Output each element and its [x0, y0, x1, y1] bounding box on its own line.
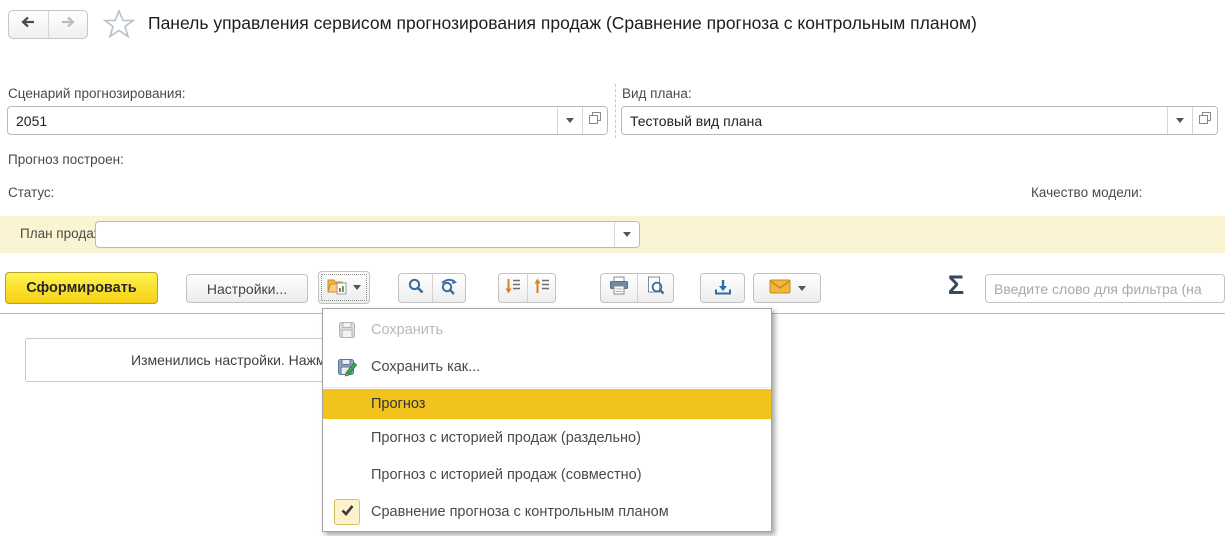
sales-plan-band: План продаж:: [0, 216, 1225, 253]
sales-plan-label: План продаж:: [20, 226, 107, 241]
plan-type-label: Вид плана:: [622, 86, 692, 101]
plan-type-value[interactable]: Тестовый вид плана: [622, 107, 1167, 134]
plan-type-dropdown-button[interactable]: [1167, 107, 1192, 134]
checked-checkbox: [334, 499, 360, 525]
report-variants-button[interactable]: [318, 271, 370, 304]
magnifier-icon: [407, 277, 425, 300]
scenario-open-button[interactable]: [582, 107, 607, 134]
sum-sigma-button[interactable]: Σ: [940, 268, 972, 302]
envelope-icon: [769, 279, 791, 297]
print-preview-button[interactable]: [637, 274, 673, 302]
menu-item-label: Сохранить как...: [371, 359, 480, 375]
arrow-up-list-icon: [533, 277, 551, 300]
printer-icon: [609, 276, 629, 300]
scenario-value[interactable]: 2051: [8, 107, 557, 134]
email-button[interactable]: [753, 273, 821, 303]
nav-history-buttons: [8, 10, 88, 39]
sales-plan-value[interactable]: [96, 222, 614, 247]
sales-plan-combo[interactable]: [95, 221, 640, 248]
filter-input[interactable]: [985, 274, 1225, 303]
menu-item-forecast-history-joint[interactable]: Прогноз с историей продаж (совместно): [323, 456, 771, 493]
overlapping-squares-icon: [1198, 111, 1212, 130]
menu-item-forecast[interactable]: Прогноз: [323, 389, 771, 419]
favorite-star-icon[interactable]: [103, 9, 135, 44]
menu-item-compare-control-plan[interactable]: Сравнение прогноза с контрольным планом: [323, 493, 771, 530]
caret-down-icon: [1176, 118, 1184, 123]
scenario-label: Сценарий прогнозирования:: [8, 86, 186, 101]
page-title: Панель управления сервисом прогнозирован…: [148, 13, 977, 34]
menu-item-label: Сохранить: [371, 322, 443, 338]
report-variants-menu: Сохранить Сохранить как... Прогноз Прогн…: [322, 308, 772, 532]
forward-button[interactable]: [48, 11, 88, 38]
menu-item-save-as[interactable]: Сохранить как...: [323, 348, 771, 386]
search-button-group: [398, 273, 466, 303]
sort-ascending-button[interactable]: [527, 274, 555, 302]
form-column-splitter[interactable]: [615, 84, 616, 138]
magnifier-refresh-icon: [439, 277, 459, 300]
model-quality-label: Качество модели:: [1031, 185, 1142, 200]
menu-separator: [323, 387, 771, 388]
caret-down-icon: [798, 286, 806, 291]
generate-button[interactable]: Сформировать: [5, 272, 158, 304]
floppy-pencil-icon: [323, 358, 371, 377]
menu-item-label: Прогноз: [371, 396, 425, 412]
caret-down-icon: [623, 232, 631, 237]
menu-item-save[interactable]: Сохранить: [323, 311, 771, 348]
arrow-left-icon: [20, 15, 36, 34]
download-tray-icon: [714, 278, 732, 299]
menu-item-label: Прогноз с историей продаж (совместно): [371, 467, 642, 483]
checkmark-icon: [340, 503, 355, 521]
plan-type-combo[interactable]: Тестовый вид плана: [621, 106, 1218, 135]
caret-down-icon: [353, 285, 361, 290]
page-magnifier-icon: [646, 276, 665, 300]
search-next-button[interactable]: [432, 274, 465, 302]
menu-item-label: Сравнение прогноза с контрольным планом: [371, 504, 669, 520]
sort-descending-button[interactable]: [499, 274, 527, 302]
scenario-dropdown-button[interactable]: [557, 107, 582, 134]
arrow-right-icon: [60, 15, 76, 34]
caret-down-icon: [566, 118, 574, 123]
save-file-button[interactable]: [700, 273, 745, 303]
overlapping-squares-icon: [588, 111, 602, 130]
folder-chart-icon: [327, 277, 348, 298]
menu-item-label: Прогноз с историей продаж (раздельно): [371, 430, 641, 446]
print-button-group: [600, 273, 674, 303]
search-button[interactable]: [399, 274, 432, 302]
floppy-disk-icon: [323, 321, 371, 339]
menu-item-forecast-history-separate[interactable]: Прогноз с историей продаж (раздельно): [323, 419, 771, 456]
status-label: Статус:: [8, 185, 54, 200]
print-button[interactable]: [601, 274, 637, 302]
plan-type-open-button[interactable]: [1192, 107, 1217, 134]
back-button[interactable]: [9, 11, 48, 38]
settings-button[interactable]: Настройки...: [186, 274, 308, 303]
sales-plan-dropdown-button[interactable]: [614, 222, 639, 247]
arrow-down-list-icon: [504, 277, 522, 300]
forecast-built-label: Прогноз построен:: [8, 152, 124, 167]
sort-button-group: [498, 273, 556, 303]
scenario-combo[interactable]: 2051: [7, 106, 608, 135]
